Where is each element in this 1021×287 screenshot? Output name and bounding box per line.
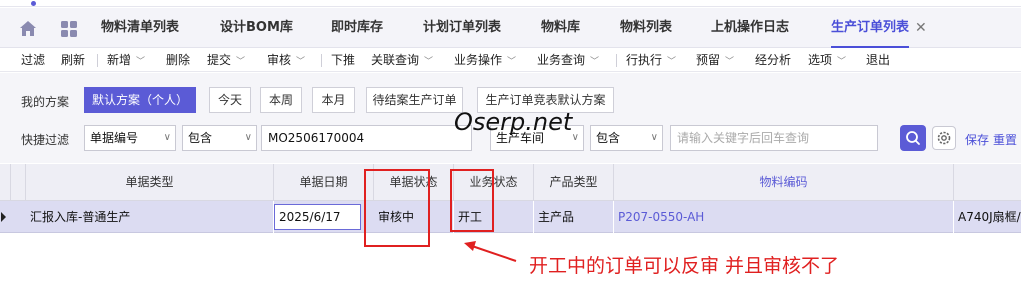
header-select-cell xyxy=(11,164,26,201)
business-query-button[interactable]: 业务查询 ﹀ xyxy=(537,48,599,72)
toolbar-divider xyxy=(616,54,617,67)
annotation-arrow-icon xyxy=(464,241,517,262)
tab-material-library[interactable]: 物料库 xyxy=(541,8,580,48)
delete-button[interactable]: 删除 xyxy=(166,48,190,72)
top-stripe xyxy=(0,0,1021,7)
chevron-down-icon: ﹀ xyxy=(590,57,600,67)
search-button[interactable] xyxy=(900,125,926,151)
col-doc-date[interactable]: 单据日期 xyxy=(274,164,374,201)
cell-doc-date-editor[interactable]: 2025/6/17 xyxy=(274,204,361,230)
filter-field-select[interactable]: 单据编号 ∨ xyxy=(84,125,176,151)
add-label: 新增 xyxy=(107,53,132,67)
current-row-marker-icon xyxy=(1,212,6,222)
tab-planned-orders[interactable]: 计划订单列表 xyxy=(423,8,501,48)
data-grid: 单据类型 单据日期 单据状态 业务状态 产品类型 物料编码 汇报入库-普通生产 … xyxy=(0,164,1021,287)
warning-button[interactable]: 预留 ﹀ xyxy=(696,48,734,72)
chevron-down-icon: ﹀ xyxy=(136,57,146,67)
scheme-pending-close[interactable]: 待结案生产订单 xyxy=(366,87,463,113)
gear-icon xyxy=(937,131,951,145)
toolbar-divider xyxy=(97,54,98,67)
toolbar: 过滤 刷新 新增 ﹀ 删除 提交 ﹀ 审核 ﹀ 下推 关联查询 ﹀ 业务操作 ﹀ 业务查询… xyxy=(0,48,1021,72)
cell-doc-type: 汇报入库-普通生产 xyxy=(26,201,274,233)
my-scheme-label: 我的方案 xyxy=(21,95,70,109)
reset-link[interactable]: 重置 xyxy=(993,131,1017,148)
col-product-type[interactable]: 产品类型 xyxy=(534,164,614,201)
chevron-down-icon: ∨ xyxy=(650,132,658,143)
add-button[interactable]: 新增 ﹀ xyxy=(107,48,145,72)
chevron-down-icon: ∨ xyxy=(571,132,579,143)
related-query-label: 关联查询 xyxy=(371,53,420,67)
tab-operation-log[interactable]: 上机操作日志 xyxy=(711,8,789,48)
keyword-search-input[interactable]: 请输入关键字后回车查询 xyxy=(670,125,878,151)
cell-material-code[interactable]: P207-0550-AH xyxy=(614,201,954,233)
col-material-name[interactable] xyxy=(954,164,1021,201)
audit-label: 审核 xyxy=(267,53,292,67)
filter-operator2-select[interactable]: 包含 ∨ xyxy=(590,125,663,151)
business-query-label: 业务查询 xyxy=(537,53,586,67)
table-row[interactable]: 汇报入库-普通生产 2025/6/17 审核中 开工 主产品 P207-0550… xyxy=(0,201,1021,233)
tab-design-bom[interactable]: 设计BOM库 xyxy=(220,8,293,48)
settings-button[interactable] xyxy=(932,126,956,150)
filter-button[interactable]: 过滤 xyxy=(21,48,45,72)
quick-filter-label: 快捷过滤 xyxy=(21,133,70,147)
exit-button[interactable]: 退出 xyxy=(866,48,890,72)
options-button[interactable]: 选项 ﹀ xyxy=(808,48,846,72)
chevron-down-icon: ﹀ xyxy=(236,57,246,67)
col-doc-type[interactable]: 单据类型 xyxy=(26,164,274,201)
filter-operator-select[interactable]: 包含 ∨ xyxy=(182,125,257,151)
filter-operator2-value: 包含 xyxy=(596,131,621,145)
scheme-this-month[interactable]: 本月 xyxy=(312,87,355,113)
annotation-text: 开工中的订单可以反审 并且审核不了 xyxy=(529,255,840,277)
tab-realtime-stock[interactable]: 即时库存 xyxy=(331,8,383,48)
toolbar-divider xyxy=(321,54,322,67)
chevron-down-icon: ∨ xyxy=(244,132,252,143)
related-query-button[interactable]: 关联查询 ﹀ xyxy=(371,48,433,72)
tab-bom-list[interactable]: 物料清单列表 xyxy=(101,8,179,48)
indicator-dot xyxy=(31,1,36,6)
filter-field-value: 单据编号 xyxy=(90,131,139,145)
close-tab-icon[interactable]: ✕ xyxy=(915,8,927,48)
push-down-button[interactable]: 下推 xyxy=(331,48,355,72)
options-label: 选项 xyxy=(808,53,833,67)
keyword-placeholder: 请输入关键字后回车查询 xyxy=(677,131,810,145)
audit-button[interactable]: 审核 ﹀ xyxy=(267,48,305,72)
scheme-this-week[interactable]: 本周 xyxy=(260,87,302,113)
scheme-today[interactable]: 今天 xyxy=(209,87,251,113)
analysis-button[interactable]: 经分析 xyxy=(755,48,791,72)
cell-material-name: A740J扇框/ xyxy=(958,210,1021,224)
save-scheme-link[interactable]: 保存 xyxy=(965,131,989,148)
search-icon xyxy=(906,131,920,145)
tab-production-orders[interactable]: 生产订单列表 xyxy=(831,8,910,48)
home-icon[interactable] xyxy=(20,21,36,39)
filter-operator-value: 包含 xyxy=(188,131,213,145)
filter-value-input[interactable]: MO2506170004 xyxy=(261,125,472,151)
tab-material-list[interactable]: 物料列表 xyxy=(620,8,672,48)
scheme-default-personal[interactable]: 默认方案（个人） xyxy=(84,87,196,113)
row-execute-label: 行执行 xyxy=(626,53,663,67)
watermark-text: Oserp.net xyxy=(454,108,573,136)
chevron-down-icon: ﹀ xyxy=(507,57,517,67)
row-execute-button[interactable]: 行执行 ﹀ xyxy=(626,48,676,72)
submit-label: 提交 xyxy=(207,53,232,67)
annotation-box-biz-status xyxy=(450,169,494,232)
business-ops-label: 业务操作 xyxy=(454,53,503,67)
warning-label: 预留 xyxy=(696,53,721,67)
grid-header: 单据类型 单据日期 单据状态 业务状态 产品类型 物料编码 xyxy=(0,164,1021,201)
chevron-down-icon: ﹀ xyxy=(667,57,677,67)
chevron-down-icon: ﹀ xyxy=(725,57,735,67)
app-grid-icon[interactable] xyxy=(61,21,77,40)
chevron-down-icon: ∨ xyxy=(163,132,171,143)
annotation-box-doc-status xyxy=(364,169,430,247)
chevron-down-icon: ﹀ xyxy=(837,57,847,67)
business-ops-button[interactable]: 业务操作 ﹀ xyxy=(454,48,516,72)
chevron-down-icon: ﹀ xyxy=(296,57,306,67)
refresh-button[interactable]: 刷新 xyxy=(61,48,85,72)
submit-button[interactable]: 提交 ﹀ xyxy=(207,48,245,72)
chevron-down-icon: ﹀ xyxy=(424,57,434,67)
header-indicator-cell xyxy=(0,164,11,201)
cell-product-type: 主产品 xyxy=(534,201,614,233)
col-material-code[interactable]: 物料编码 xyxy=(614,164,954,201)
tab-bar: 物料清单列表 设计BOM库 即时库存 计划订单列表 物料库 物料列表 上机操作日… xyxy=(0,8,1021,48)
